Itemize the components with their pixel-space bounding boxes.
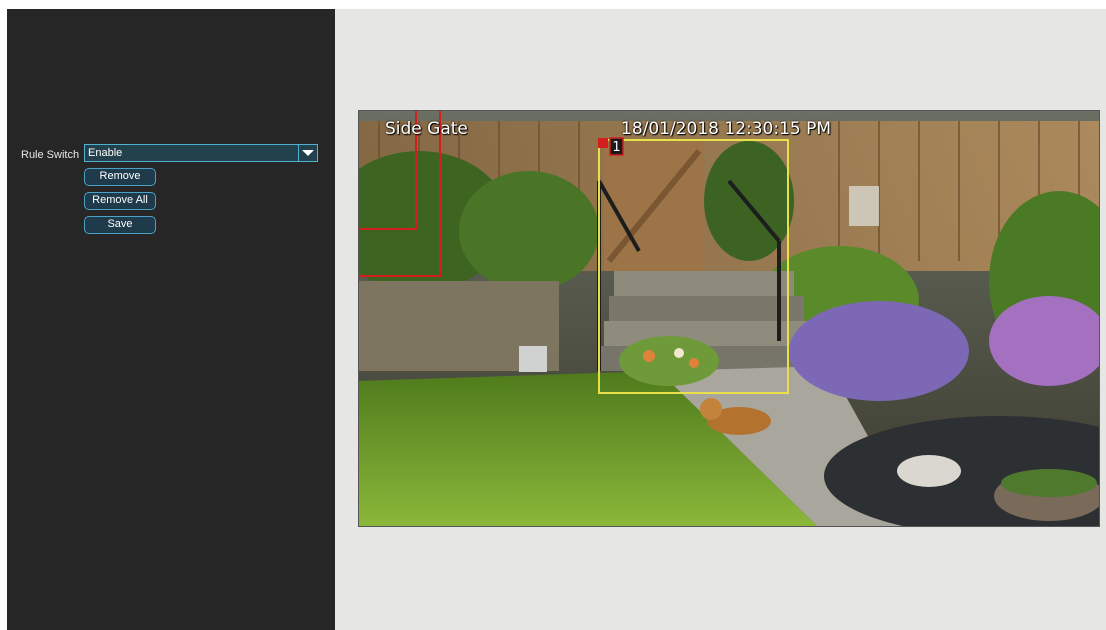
preview-area: 1 Side Gate 18/01/2018 12:30:15 PM — [335, 9, 1106, 630]
camera-preview[interactable]: 1 Side Gate 18/01/2018 12:30:15 PM — [358, 110, 1100, 527]
rule-switch-value: Enable — [88, 147, 123, 159]
rule-switch-label: Rule Switch — [21, 149, 80, 161]
region-handle[interactable] — [598, 138, 608, 148]
save-button[interactable]: Save — [84, 216, 156, 234]
camera-scene: 1 — [359, 111, 1099, 526]
chevron-down-icon[interactable] — [298, 145, 317, 161]
settings-panel: Rule Switch Enable Remove Remove All Sav… — [7, 9, 335, 630]
rule-switch-select[interactable]: Enable — [84, 144, 318, 162]
camera-name: Side Gate — [385, 119, 468, 139]
remove-all-button[interactable]: Remove All — [84, 192, 156, 210]
timestamp: 18/01/2018 12:30:15 PM — [621, 119, 832, 139]
rule-number: 1 — [612, 140, 620, 155]
remove-button[interactable]: Remove — [84, 168, 156, 186]
page: Rule Switch Enable Remove Remove All Sav… — [0, 0, 1106, 630]
